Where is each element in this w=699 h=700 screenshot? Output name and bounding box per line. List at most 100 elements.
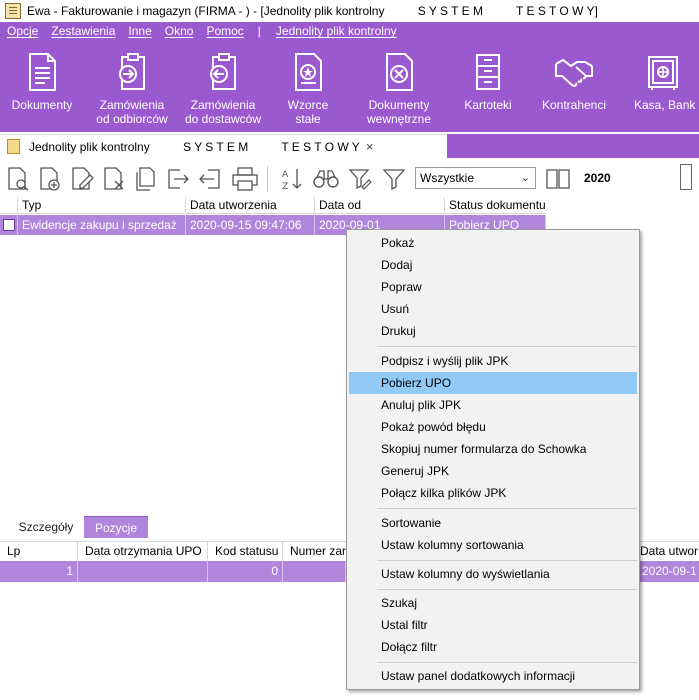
document-icon <box>29 53 56 91</box>
window-title: Ewa - Fakturowanie i magazyn (FIRMA - ) … <box>27 4 598 18</box>
menu-jednolity-plik[interactable]: Jednolity plik kontrolny <box>269 24 403 38</box>
menu-divider <box>377 589 637 590</box>
positions-header: Lp Data otrzymania UPO Kod statusu Numer… <box>0 541 346 562</box>
cell-data-utworzenia-right: 2020-09-1 <box>636 561 699 582</box>
svg-text:Z: Z <box>282 182 288 191</box>
export-icon[interactable] <box>166 167 190 191</box>
grid-header-typ[interactable]: Typ <box>18 197 186 214</box>
grid-header-data-od[interactable]: Data od <box>315 197 445 214</box>
header-data-utworzenia-right[interactable]: Data utwor <box>636 541 699 561</box>
filter-icon[interactable] <box>382 167 406 191</box>
ribbon-kartoteki-button[interactable]: Kartoteki <box>448 40 528 132</box>
ribbon-dokumenty-button[interactable]: Dokumenty <box>0 40 84 132</box>
cell-lp: 1 <box>0 561 78 582</box>
import-icon[interactable] <box>198 167 222 191</box>
menu-item-drukuj[interactable]: Drukuj <box>349 320 637 342</box>
menu-item-anuluj-plik[interactable]: Anuluj plik JPK <box>349 394 637 416</box>
document-add-icon[interactable] <box>38 167 62 191</box>
app-icon <box>5 3 21 19</box>
menu-bar: Opcje Zestawienia Inne Okno Pomoc | Jedn… <box>0 22 699 40</box>
title-bar: Ewa - Fakturowanie i magazyn (FIRMA - ) … <box>0 0 699 22</box>
menu-item-pokaz[interactable]: Pokaż <box>349 232 637 254</box>
menu-item-popraw[interactable]: Popraw <box>349 276 637 298</box>
context-menu: Pokaż Dodaj Popraw Usuń Drukuj Podpisz i… <box>346 229 640 690</box>
document-edit-icon[interactable] <box>70 167 94 191</box>
tab-title: Jednolity plik kontrolny S Y S T E M T E… <box>29 139 360 154</box>
ribbon-wzorce-button[interactable]: Wzorce stałe <box>266 40 350 132</box>
tab-jednolity-plik[interactable]: Jednolity plik kontrolny S Y S T E M T E… <box>0 134 447 158</box>
ribbon-dokumenty-wewnetrzne-button[interactable]: Dokumenty wewnętrzne <box>350 40 448 132</box>
filter-edit-icon[interactable] <box>348 167 372 191</box>
menu-item-dodaj[interactable]: Dodaj <box>349 254 637 276</box>
menu-divider <box>377 560 637 561</box>
menu-item-dolacz-filtr[interactable]: Dołącz filtr <box>349 636 637 658</box>
row-checkbox[interactable] <box>3 219 15 231</box>
chevron-down-icon: ⌄ <box>520 172 530 184</box>
toolbar-separator <box>267 166 268 192</box>
menu-inne[interactable]: Inne <box>121 24 157 38</box>
cell-kod-statusu: 0 <box>208 561 283 582</box>
internal-document-icon <box>386 53 413 91</box>
grid-header-data-utworzenia[interactable]: Data utworzenia <box>186 197 315 214</box>
grid-header: Typ Data utworzenia Data od Status dokum… <box>0 197 546 214</box>
menu-separator: | <box>257 24 261 38</box>
header-data-upo[interactable]: Data otrzymania UPO <box>78 542 208 562</box>
grid-header-check <box>0 197 18 214</box>
menu-pomoc[interactable]: Pomoc <box>199 24 249 38</box>
ribbon-kontrahenci-button[interactable]: Kontrahenci <box>528 40 620 132</box>
print-icon[interactable] <box>232 167 258 191</box>
cabinet-icon <box>476 54 500 90</box>
cell-data-upo <box>78 561 208 582</box>
sort-az-icon[interactable]: AZ <box>280 167 304 191</box>
ribbon: Dokumenty Zamówienia od odbiorców Zamówi… <box>0 40 699 132</box>
ribbon-zamowienia-dostawcow-button[interactable]: Zamówienia do dostawców <box>180 40 266 132</box>
menu-item-szukaj[interactable]: Szukaj <box>349 592 637 614</box>
positions-row[interactable]: 1 0 <box>0 561 346 582</box>
handshake-icon <box>555 58 593 87</box>
book-icon[interactable] <box>545 167 571 191</box>
menu-okno[interactable]: Okno <box>158 24 200 38</box>
menu-item-skopiuj-numer[interactable]: Skopiuj numer formularza do Schowka <box>349 438 637 460</box>
document-copy-icon[interactable] <box>134 167 158 191</box>
menu-item-ustal-filtr[interactable]: Ustal filtr <box>349 614 637 636</box>
document-preview-icon[interactable] <box>6 167 30 191</box>
menu-item-pokaz-powod-bledu[interactable]: Pokaż powód błędu <box>349 416 637 438</box>
menu-item-kolumny-wyswietlania[interactable]: Ustaw kolumny do wyświetlania <box>349 563 637 585</box>
grid-header-status[interactable]: Status dokumentu <box>445 197 546 214</box>
year-label: 2020 <box>584 171 611 185</box>
header-kod-statusu[interactable]: Kod statusu <box>208 542 283 562</box>
tab-szczegoly[interactable]: Szczegóły <box>10 516 82 538</box>
menu-item-usun[interactable]: Usuń <box>349 298 637 320</box>
tab-pozycje[interactable]: Pozycje <box>84 516 148 538</box>
panel-toggle-icon[interactable] <box>680 164 692 190</box>
menu-item-panel-informacji[interactable]: Ustaw panel dodatkowych informacji <box>349 665 637 687</box>
menu-divider <box>377 662 637 663</box>
menu-item-kolumny-sortowania[interactable]: Ustaw kolumny sortowania <box>349 534 637 556</box>
ribbon-zamowienia-odbiorcow-button[interactable]: Zamówienia od odbiorców <box>84 40 180 132</box>
menu-item-podpisz-wyslij[interactable]: Podpisz i wyślij plik JPK <box>349 350 637 372</box>
binoculars-icon[interactable] <box>312 167 340 191</box>
header-lp[interactable]: Lp <box>0 542 78 562</box>
jpk-tab-icon <box>7 139 20 154</box>
safe-icon <box>648 56 678 90</box>
menu-item-pobierz-upo[interactable]: Pobierz UPO <box>349 372 637 394</box>
menu-divider <box>377 346 637 347</box>
menu-zestawienia[interactable]: Zestawienia <box>44 24 121 38</box>
menu-item-sortowanie[interactable]: Sortowanie <box>349 512 637 534</box>
ribbon-kasa-bank-button[interactable]: Kasa, Bank <box>620 40 699 132</box>
menu-item-generuj-jpk[interactable]: Generuj JPK <box>349 460 637 482</box>
menu-item-polacz-pliki[interactable]: Połącz kilka plików JPK <box>349 482 637 504</box>
document-delete-icon[interactable] <box>102 167 126 191</box>
tab-strip-filler <box>447 134 699 158</box>
menu-opcje[interactable]: Opcje <box>0 24 44 38</box>
row-checkbox-cell[interactable] <box>0 215 18 235</box>
close-icon[interactable]: × <box>366 139 374 154</box>
filter-select-value: Wszystkie <box>420 171 474 185</box>
header-numer[interactable]: Numer zarej <box>283 542 346 562</box>
menu-divider <box>377 508 637 509</box>
cell-numer <box>283 561 346 582</box>
filter-select[interactable]: Wszystkie ⌄ <box>415 167 536 189</box>
svg-text:A: A <box>282 170 289 180</box>
order-in-icon <box>119 53 145 90</box>
order-out-icon <box>210 53 236 90</box>
